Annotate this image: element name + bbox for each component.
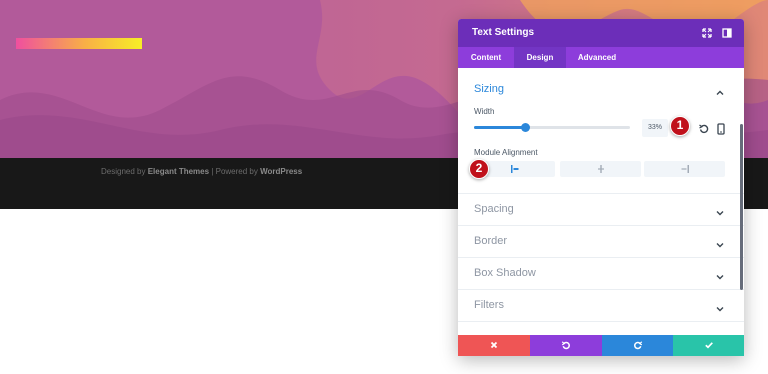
panel-body: Sizing Width 33% Module Alignment Spacin…: [458, 68, 744, 334]
responsive-phone-icon[interactable]: [716, 122, 726, 140]
page-preview: Designed by Elegant Themes | Powered by …: [0, 0, 768, 374]
reset-icon[interactable]: [698, 122, 710, 140]
discard-button[interactable]: [458, 335, 530, 356]
align-center-button[interactable]: [560, 161, 641, 177]
footer-credit: Designed by Elegant Themes | Powered by …: [101, 167, 302, 176]
sidebar-toggle-icon[interactable]: [719, 25, 735, 41]
redo-icon: [634, 341, 643, 350]
divider: [458, 257, 744, 258]
save-check-icon: [705, 342, 713, 349]
width-slider[interactable]: [474, 126, 630, 129]
footer-designed-by: Designed by: [101, 167, 146, 176]
width-slider-fill: [474, 126, 525, 129]
tab-advanced[interactable]: Advanced: [566, 47, 628, 68]
text-settings-panel: Text Settings Content Design Advanced Si…: [458, 19, 744, 356]
undo-icon: [561, 341, 570, 350]
divider: [458, 321, 744, 322]
footer-platform-link[interactable]: WordPress: [260, 167, 302, 176]
box-shadow-section-title[interactable]: Box Shadow: [474, 267, 536, 279]
footer-theme-link[interactable]: Elegant Themes: [148, 167, 209, 176]
divider: [458, 289, 744, 290]
chevron-down-icon[interactable]: [715, 237, 725, 255]
panel-header[interactable]: Text Settings: [458, 19, 744, 47]
width-value-input[interactable]: 33%: [642, 119, 668, 137]
panel-tabs: Content Design Advanced: [458, 47, 744, 68]
align-right-button[interactable]: [644, 161, 725, 177]
redo-button[interactable]: [602, 335, 673, 356]
align-center-icon: [598, 165, 604, 173]
spacing-section-title[interactable]: Spacing: [474, 203, 514, 215]
tab-design[interactable]: Design: [514, 47, 566, 68]
callout-badge-2: 2: [469, 159, 489, 179]
panel-scrollbar[interactable]: [740, 124, 743, 290]
panel-action-bar: [458, 335, 744, 356]
tab-content[interactable]: Content: [458, 47, 514, 68]
chevron-down-icon[interactable]: [715, 205, 725, 223]
footer-separator: | Powered by: [211, 167, 258, 176]
align-right-icon: [681, 165, 689, 173]
undo-button[interactable]: [530, 335, 602, 356]
filters-section-title[interactable]: Filters: [474, 299, 504, 311]
width-label: Width: [474, 107, 495, 116]
save-button[interactable]: [673, 335, 744, 356]
align-left-icon: [511, 165, 519, 173]
accent-gradient-bar: [16, 38, 142, 49]
width-slider-thumb[interactable]: [521, 123, 530, 132]
divider: [458, 193, 744, 194]
fullscreen-icon[interactable]: [699, 25, 715, 41]
border-section-title[interactable]: Border: [474, 235, 507, 247]
callout-badge-1: 1: [670, 116, 690, 136]
chevron-up-icon[interactable]: [715, 85, 725, 103]
chevron-down-icon[interactable]: [715, 301, 725, 319]
module-alignment-label: Module Alignment: [474, 148, 538, 157]
close-icon: [490, 341, 498, 349]
panel-title: Text Settings: [472, 27, 535, 38]
sizing-section-title[interactable]: Sizing: [474, 83, 504, 95]
chevron-down-icon[interactable]: [715, 269, 725, 287]
divider: [458, 225, 744, 226]
